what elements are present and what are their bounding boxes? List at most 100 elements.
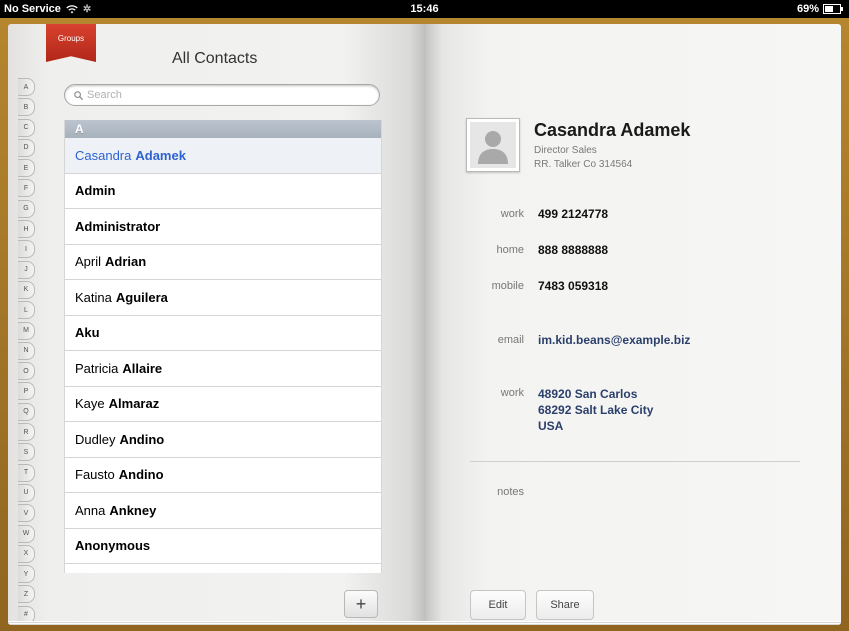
phone-label-home: home — [496, 244, 524, 256]
contact-first-name: Anna — [75, 502, 106, 518]
index-tab[interactable]: Y — [18, 565, 35, 584]
book-pages: Groups All Contacts Search ABCDEFGHIJKLM… — [8, 24, 841, 625]
index-tab[interactable]: Z — [18, 585, 35, 604]
contact-row[interactable]: Casandra Adamek — [65, 138, 381, 174]
index-tab[interactable]: R — [18, 423, 35, 442]
contact-row[interactable]: Dudley Andino — [65, 422, 381, 458]
index-tab[interactable]: D — [18, 138, 35, 157]
contact-row[interactable]: Aku — [65, 315, 381, 351]
contact-first-name: Dudley — [75, 431, 116, 447]
person-silhouette-icon — [470, 122, 516, 168]
search-field[interactable]: Search — [64, 84, 380, 106]
contact-last-name: Aguilera — [115, 289, 168, 305]
index-tab[interactable]: H — [18, 220, 35, 239]
index-tab[interactable]: T — [18, 463, 35, 482]
contact-detail-page: Casandra Adamek Director Sales RR. Talke… — [426, 24, 841, 625]
address-line-city: 68292 Salt Lake City — [538, 403, 654, 417]
contact-row[interactable]: Anna Ankney — [65, 493, 381, 529]
contact-job-title: Director Sales — [534, 145, 597, 156]
address-label: work — [500, 387, 524, 399]
index-tab[interactable]: M — [18, 321, 35, 340]
index-tab[interactable]: O — [18, 362, 35, 381]
address-book: Groups All Contacts Search ABCDEFGHIJKLM… — [0, 18, 849, 631]
index-tab[interactable]: X — [18, 544, 35, 563]
contact-row[interactable]: Kaye Almaraz — [65, 386, 381, 422]
index-tab[interactable]: B — [18, 98, 35, 117]
notes-label: notes — [497, 486, 524, 498]
contact-row[interactable]: April Adrian — [65, 244, 381, 280]
index-tab[interactable]: I — [18, 240, 35, 259]
phone-label-mobile: mobile — [491, 280, 524, 292]
section-header: A — [65, 120, 381, 138]
index-tab[interactable]: U — [18, 483, 35, 502]
index-tab[interactable]: N — [18, 341, 35, 360]
address-line-country: USA — [538, 419, 564, 433]
index-tab[interactable]: G — [18, 199, 35, 218]
search-placeholder: Search — [87, 89, 122, 101]
index-tab[interactable]: V — [18, 504, 35, 523]
page-title: All Contacts — [172, 50, 258, 67]
battery-level — [825, 6, 834, 12]
contact-first-name: Patricia — [75, 360, 119, 376]
phone-label-work: work — [500, 208, 524, 220]
contact-first-name: Kaye — [75, 396, 105, 412]
contact-rows: Casandra Adamek Admin Administrator April Adr… — [65, 138, 381, 564]
contacts-list[interactable]: A Casandra Adamek Admin Administrator April A… — [64, 120, 382, 573]
status-bar: No Service ✲ 15:46 69% — [0, 0, 849, 18]
contact-last-name: Aku — [75, 325, 100, 341]
address-value[interactable]: 48920 San Carlos 68292 Salt Lake City US… — [538, 386, 653, 434]
contact-first-name: April — [75, 254, 102, 270]
alphabet-index: A B C D E F G H I J K L M N O P Q R S T U V W X Y Z # — [18, 78, 38, 625]
index-tab[interactable]: W — [18, 524, 35, 543]
share-button[interactable]: Share — [536, 590, 594, 620]
contact-last-name: Adrian — [105, 254, 147, 270]
contact-last-name: Andino — [118, 467, 164, 483]
index-tab[interactable]: E — [18, 159, 35, 178]
clock: 15:46 — [410, 3, 439, 15]
index-tab[interactable]: P — [18, 382, 35, 401]
index-tab[interactable]: Q — [18, 402, 35, 421]
index-tab[interactable]: C — [18, 118, 35, 137]
contact-last-name: Administrator — [75, 218, 161, 234]
phone-value-work[interactable]: 499 2124778 — [538, 207, 608, 221]
index-tab[interactable]: F — [18, 179, 35, 198]
contact-row[interactable]: Anonymous — [65, 528, 381, 564]
contact-last-name: Ankney — [109, 502, 157, 518]
status-right: 69% — [796, 3, 843, 15]
contact-last-name: Admin — [75, 183, 116, 199]
contact-name: Casandra Adamek — [534, 120, 691, 140]
contact-photo[interactable] — [466, 118, 520, 172]
contact-row[interactable]: Fausto Andino — [65, 457, 381, 493]
contact-last-name: Anonymous — [75, 538, 151, 554]
index-tab[interactable]: A — [18, 78, 35, 96]
address-line-street: 48920 San Carlos — [538, 387, 638, 401]
edit-button[interactable]: Edit — [470, 590, 526, 620]
email-label: email — [497, 334, 524, 346]
contact-last-name: Allaire — [122, 360, 163, 376]
index-tab[interactable]: L — [18, 301, 35, 320]
contact-row[interactable]: Patricia Allaire — [65, 351, 381, 387]
email-value[interactable]: im.kid.beans@example.biz — [538, 332, 690, 348]
add-contact-button[interactable]: + — [344, 590, 378, 618]
index-tab[interactable]: K — [18, 280, 35, 299]
contact-last-name: Almaraz — [108, 396, 160, 412]
phone-value-mobile[interactable]: 7483 059318 — [538, 279, 608, 293]
battery-percent: 69% — [796, 3, 819, 15]
notes-divider — [470, 461, 800, 462]
index-tab[interactable]: J — [18, 260, 35, 279]
search-icon — [74, 90, 83, 100]
phone-value-home[interactable]: 888 8888888 — [538, 243, 608, 257]
contacts-list-page: Groups All Contacts Search ABCDEFGHIJKLM… — [8, 24, 426, 625]
contact-row[interactable]: Admin — [65, 173, 381, 209]
index-tab[interactable]: S — [18, 443, 35, 462]
battery-icon — [823, 4, 843, 14]
contact-first-name: Katina — [75, 289, 112, 305]
contact-row[interactable]: Katina Aguilera — [65, 280, 381, 316]
contact-row[interactable]: Administrator — [65, 209, 381, 245]
contact-first-name: Casandra — [75, 147, 132, 163]
contact-first-name: Fausto — [75, 467, 115, 483]
contact-company: RR. Talker Co 314564 — [534, 159, 633, 170]
contact-last-name: Adamek — [135, 147, 186, 163]
groups-button[interactable]: Groups — [46, 24, 96, 62]
contact-last-name: Andino — [119, 431, 165, 447]
